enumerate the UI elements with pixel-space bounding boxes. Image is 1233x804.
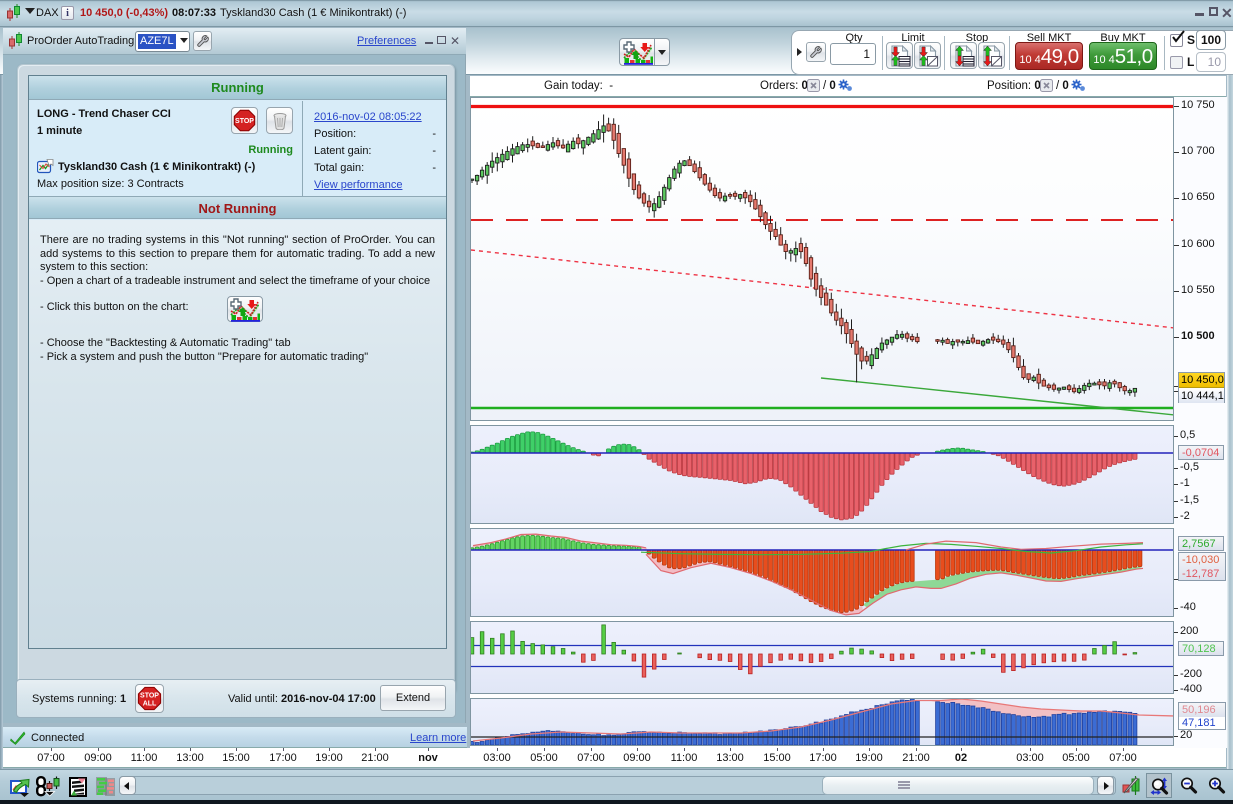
svg-text:STOP: STOP: [140, 693, 159, 700]
svg-text:ALL: ALL: [143, 701, 157, 708]
svg-text:STOP: STOP: [235, 118, 254, 125]
